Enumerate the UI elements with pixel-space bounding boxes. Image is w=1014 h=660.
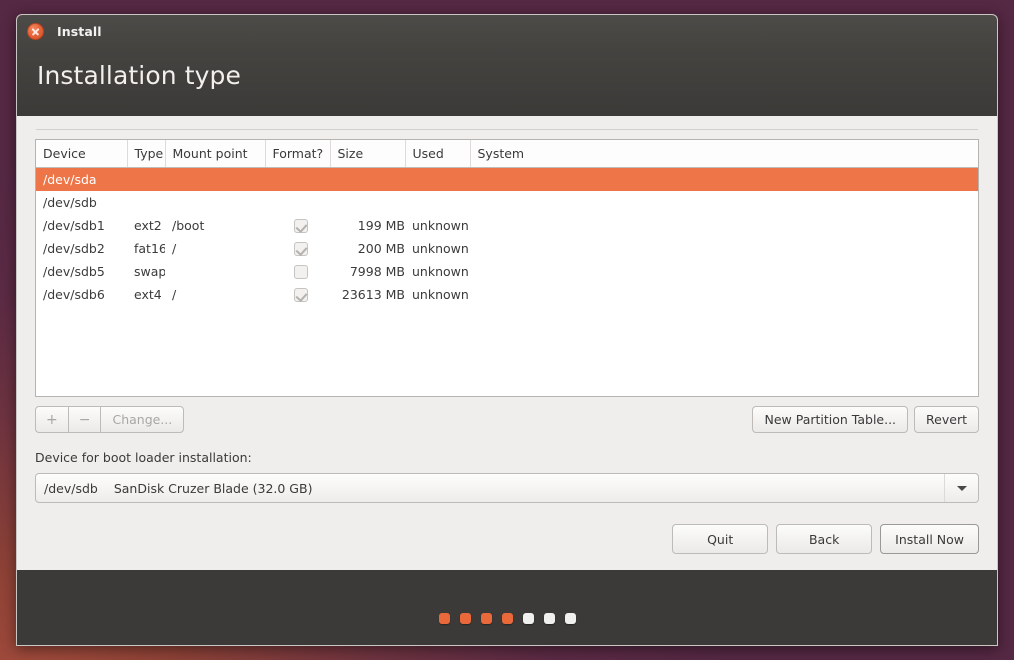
cell-used: unknown (412, 286, 469, 302)
cell-type (127, 191, 165, 214)
cell-system (470, 260, 978, 283)
cell-device: /dev/sdb5 (43, 263, 105, 279)
cell-format (265, 237, 330, 260)
change-partition-button[interactable]: Change... (100, 406, 185, 433)
cell-system (470, 191, 978, 214)
cell-system (470, 283, 978, 306)
cell-size (330, 167, 405, 191)
window-header: Install Installation type (17, 15, 997, 116)
cell-format (265, 283, 330, 306)
cell-format (265, 260, 330, 283)
cell-type (127, 167, 165, 191)
cell-mount-point: /boot (172, 217, 205, 233)
cell-mount-point (165, 260, 265, 283)
cell-device: /dev/sda (36, 167, 127, 191)
cell-used (405, 167, 470, 191)
table-row[interactable]: /dev/sdb (36, 191, 978, 214)
cell-system (470, 167, 978, 191)
partition-table-actions: New Partition Table... Revert (752, 406, 979, 433)
progress-dot (459, 612, 471, 624)
table-row[interactable]: /dev/sdb1 ext2/boot 199 MB unknown (36, 214, 978, 237)
cell-device: /dev/sdb2 (43, 240, 105, 256)
format-checkbox[interactable] (294, 287, 308, 302)
add-partition-button[interactable]: + (35, 406, 68, 433)
table-row[interactable]: /dev/sdb2 fat16 / 200 MB unknown (36, 237, 978, 260)
cell-type: ext2 (134, 217, 162, 233)
partition-toolbar: + − Change... New Partition Table... Rev… (35, 406, 979, 433)
bootloader-label: Device for boot loader installation: (35, 450, 252, 465)
partition-edit-button-group: + − Change... (35, 406, 185, 433)
content-divider (36, 129, 978, 130)
column-header-mount-point[interactable]: Mount point (165, 140, 266, 168)
progress-dots (438, 612, 576, 624)
titlebar: Install (17, 15, 997, 47)
progress-dot (438, 612, 450, 624)
cell-mount-point (165, 191, 265, 214)
partition-table-frame: Device Type Mount point Format? Size Use… (35, 139, 979, 397)
column-header-format[interactable]: Format? (265, 140, 331, 168)
footer (17, 570, 997, 645)
window-title: Install (57, 23, 102, 39)
bootloader-device-name: /dev/sdb (44, 480, 98, 496)
install-window: Install Installation type Device Type Mo… (16, 14, 998, 646)
cell-device: /dev/sdb6 (43, 286, 105, 302)
column-header-type[interactable]: Type (127, 140, 166, 168)
cell-type: swap (134, 263, 165, 279)
column-header-system[interactable]: System (470, 140, 978, 168)
table-row[interactable]: /dev/sdb5 swap 7998 MB unknown (36, 260, 978, 283)
install-now-button[interactable]: Install Now (880, 524, 979, 554)
column-header-device[interactable]: Device (36, 140, 128, 168)
cell-device: /dev/sdb1 (43, 217, 105, 233)
cell-mount-point: / (172, 240, 177, 256)
cell-mount-point (165, 167, 265, 191)
cell-used: unknown (412, 263, 469, 279)
cell-system (470, 237, 978, 260)
partition-table-body: /dev/sda/dev/sdb/dev/sdb1 ext2/boot 199 MB… (36, 167, 978, 306)
cell-size: 199 MB (357, 217, 405, 233)
partition-table: Device Type Mount point Format? Size Use… (36, 140, 978, 306)
table-row[interactable]: /dev/sda (36, 167, 978, 191)
format-checkbox[interactable] (294, 218, 308, 233)
cell-type: fat16 (134, 240, 165, 256)
cell-used: unknown (412, 240, 469, 256)
cell-used: unknown (412, 217, 469, 233)
progress-dot (564, 612, 576, 624)
back-button[interactable]: Back (776, 524, 873, 554)
cell-system (470, 214, 978, 237)
cell-size: 23613 MB (341, 286, 405, 302)
column-header-size[interactable]: Size (330, 140, 406, 168)
cell-size: 200 MB (357, 240, 405, 256)
close-icon[interactable] (27, 22, 44, 40)
action-buttons: Quit Back Install Now (35, 524, 979, 570)
table-header-row: Device Type Mount point Format? Size Use… (36, 140, 978, 168)
revert-button[interactable]: Revert (914, 406, 979, 433)
bootloader-device-select[interactable]: /dev/sdb SanDisk Cruzer Blade (32.0 GB) (35, 473, 979, 503)
cell-format (265, 191, 330, 214)
remove-partition-button[interactable]: − (67, 406, 101, 433)
quit-button[interactable]: Quit (672, 524, 769, 554)
progress-dot (501, 612, 513, 624)
main-content: Device Type Mount point Format? Size Use… (17, 116, 997, 570)
bootloader-device-description: SanDisk Cruzer Blade (32.0 GB) (113, 480, 313, 496)
page-title: Installation type (37, 61, 241, 90)
cell-size: 7998 MB (349, 263, 405, 279)
new-partition-table-button[interactable]: New Partition Table... (752, 406, 909, 433)
column-header-used[interactable]: Used (405, 140, 471, 168)
chevron-down-icon[interactable] (944, 474, 978, 502)
progress-dot (480, 612, 492, 624)
format-checkbox[interactable] (294, 264, 308, 279)
cell-size (330, 191, 405, 214)
table-row[interactable]: /dev/sdb6 ext4 / 23613 MB unknown (36, 283, 978, 306)
cell-format (265, 214, 330, 237)
format-checkbox[interactable] (294, 241, 308, 256)
cell-device: /dev/sdb (43, 194, 97, 210)
cell-mount-point: / (172, 286, 177, 302)
cell-type: ext4 (134, 286, 162, 302)
progress-dot (522, 612, 534, 624)
cell-format (265, 167, 330, 191)
progress-dot (543, 612, 555, 624)
cell-used (405, 191, 470, 214)
